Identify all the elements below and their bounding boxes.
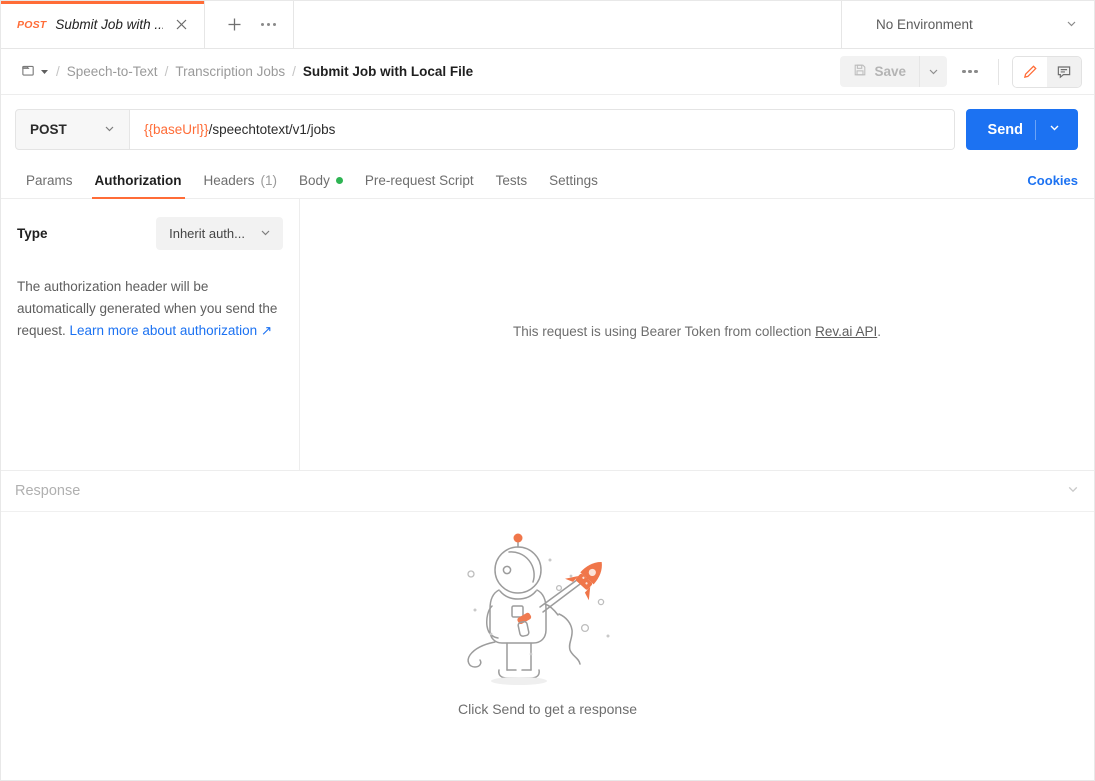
floppy-disk-icon bbox=[853, 63, 867, 80]
request-more-options-icon[interactable] bbox=[955, 57, 985, 87]
http-method-selector[interactable]: POST bbox=[16, 110, 130, 149]
breadcrumb-item-speech-to-text[interactable]: Speech-to-Text bbox=[67, 64, 158, 79]
comment-icon[interactable] bbox=[1047, 56, 1081, 87]
environment-selector[interactable]: No Environment bbox=[841, 1, 1094, 48]
tab-pre-request-script-label: Pre-request Script bbox=[364, 173, 474, 188]
cookies-link[interactable]: Cookies bbox=[1027, 173, 1078, 198]
tab-params-label: Params bbox=[26, 173, 73, 188]
breadcrumb: / Speech-to-Text / Transcription Jobs / … bbox=[21, 63, 473, 81]
tab-authorization[interactable]: Authorization bbox=[84, 173, 193, 199]
view-toggle-group bbox=[1012, 55, 1082, 88]
url-input-group: POST {{baseUrl}}/speechtotext/v1/jobs bbox=[15, 109, 955, 150]
tab-params[interactable]: Params bbox=[15, 173, 84, 198]
url-variable-token: {{baseUrl}} bbox=[144, 122, 209, 137]
authorization-type-value: Inherit auth... bbox=[169, 226, 245, 241]
response-empty-caption: Click Send to get a response bbox=[458, 700, 637, 717]
send-button[interactable]: Send bbox=[965, 109, 1078, 150]
collection-folder-button[interactable] bbox=[21, 63, 49, 81]
tab-tests[interactable]: Tests bbox=[485, 173, 539, 198]
inherited-message-suffix: . bbox=[877, 324, 881, 339]
inherited-collection-link[interactable]: Rev.ai API bbox=[815, 324, 877, 339]
tab-headers[interactable]: Headers (1) bbox=[193, 173, 289, 198]
tab-bar: POST Submit Job with ... No Environment bbox=[1, 1, 1094, 49]
caret-down-icon bbox=[40, 64, 49, 79]
http-method-label: POST bbox=[30, 122, 67, 137]
request-url-bar: POST {{baseUrl}}/speechtotext/v1/jobs Se… bbox=[1, 95, 1094, 162]
folder-icon bbox=[21, 63, 36, 81]
breadcrumb-separator-3: / bbox=[292, 64, 296, 79]
active-tab-accent-bar bbox=[1, 1, 205, 4]
save-button-label: Save bbox=[874, 64, 906, 79]
breadcrumb-bar: / Speech-to-Text / Transcription Jobs / … bbox=[1, 49, 1094, 95]
authorization-description: The authorization header will be automat… bbox=[17, 276, 283, 342]
body-present-dot-icon bbox=[335, 177, 343, 184]
chevron-down-icon bbox=[103, 122, 116, 138]
breadcrumb-separator-2: / bbox=[164, 64, 169, 79]
tab-tests-label: Tests bbox=[495, 173, 528, 188]
response-header: Response bbox=[1, 471, 1094, 512]
send-button-label: Send bbox=[987, 121, 1023, 138]
url-input[interactable]: {{baseUrl}}/speechtotext/v1/jobs bbox=[130, 110, 954, 149]
save-button-group: Save bbox=[840, 56, 947, 87]
tab-bar-spacer bbox=[294, 1, 841, 48]
tab-title-label: Submit Job with ... bbox=[55, 17, 164, 32]
tab-headers-label: Headers bbox=[203, 173, 255, 188]
request-tab-submit-job[interactable]: POST Submit Job with ... bbox=[1, 1, 206, 48]
authorization-inherited-panel: This request is using Bearer Token from … bbox=[300, 199, 1094, 470]
response-empty-state: Click Send to get a response bbox=[1, 512, 1094, 780]
breadcrumb-item-current: Submit Job with Local File bbox=[302, 64, 474, 79]
authorization-type-panel: Type Inherit auth... The authorization h… bbox=[1, 199, 300, 470]
plus-icon[interactable] bbox=[219, 10, 249, 40]
pencil-icon[interactable] bbox=[1013, 56, 1047, 87]
tab-body[interactable]: Body bbox=[288, 173, 354, 198]
inherited-message-prefix: This request is using Bearer Token from … bbox=[513, 324, 816, 339]
request-section-tabs: Params Authorization Headers (1) Body Pr… bbox=[1, 162, 1094, 199]
breadcrumb-item-transcription-jobs[interactable]: Transcription Jobs bbox=[175, 64, 285, 79]
breadcrumb-separator-1: / bbox=[56, 64, 60, 79]
tab-authorization-label: Authorization bbox=[94, 173, 182, 188]
authorization-inherited-message: This request is using Bearer Token from … bbox=[513, 324, 881, 339]
save-dropdown-caret[interactable] bbox=[919, 56, 947, 87]
authorization-pane: Type Inherit auth... The authorization h… bbox=[1, 199, 1094, 471]
authorization-type-select[interactable]: Inherit auth... bbox=[156, 217, 283, 250]
url-path-text: /speechtotext/v1/jobs bbox=[208, 122, 336, 137]
close-icon[interactable] bbox=[172, 16, 190, 34]
tab-settings[interactable]: Settings bbox=[538, 173, 609, 198]
learn-more-authorization-link[interactable]: Learn more about authorization bbox=[70, 323, 258, 338]
chevron-down-icon[interactable] bbox=[1048, 121, 1061, 138]
tab-settings-label: Settings bbox=[549, 173, 598, 188]
headers-count-badge: (1) bbox=[260, 173, 278, 188]
astronaut-with-rocket-illustration bbox=[455, 530, 640, 695]
external-link-icon: ↗ bbox=[257, 323, 273, 338]
send-button-divider bbox=[1035, 119, 1036, 140]
save-button[interactable]: Save bbox=[840, 56, 919, 87]
chevron-down-icon bbox=[259, 226, 272, 242]
postman-app-window: POST Submit Job with ... No Environment bbox=[0, 0, 1095, 781]
authorization-type-label: Type bbox=[17, 226, 48, 241]
tab-method-label: POST bbox=[17, 18, 47, 31]
ellipsis-icon[interactable] bbox=[253, 10, 283, 40]
tab-body-label: Body bbox=[299, 173, 330, 188]
chevron-down-icon[interactable] bbox=[1066, 482, 1080, 501]
authorization-type-row: Type Inherit auth... bbox=[17, 217, 283, 250]
toolbar-divider bbox=[998, 58, 999, 85]
tab-pre-request-script[interactable]: Pre-request Script bbox=[354, 173, 485, 198]
tab-bar-actions bbox=[205, 1, 295, 48]
breadcrumb-actions: Save bbox=[840, 55, 1082, 88]
response-title: Response bbox=[15, 483, 81, 499]
chevron-down-icon bbox=[1065, 17, 1078, 33]
environment-label: No Environment bbox=[876, 17, 973, 32]
